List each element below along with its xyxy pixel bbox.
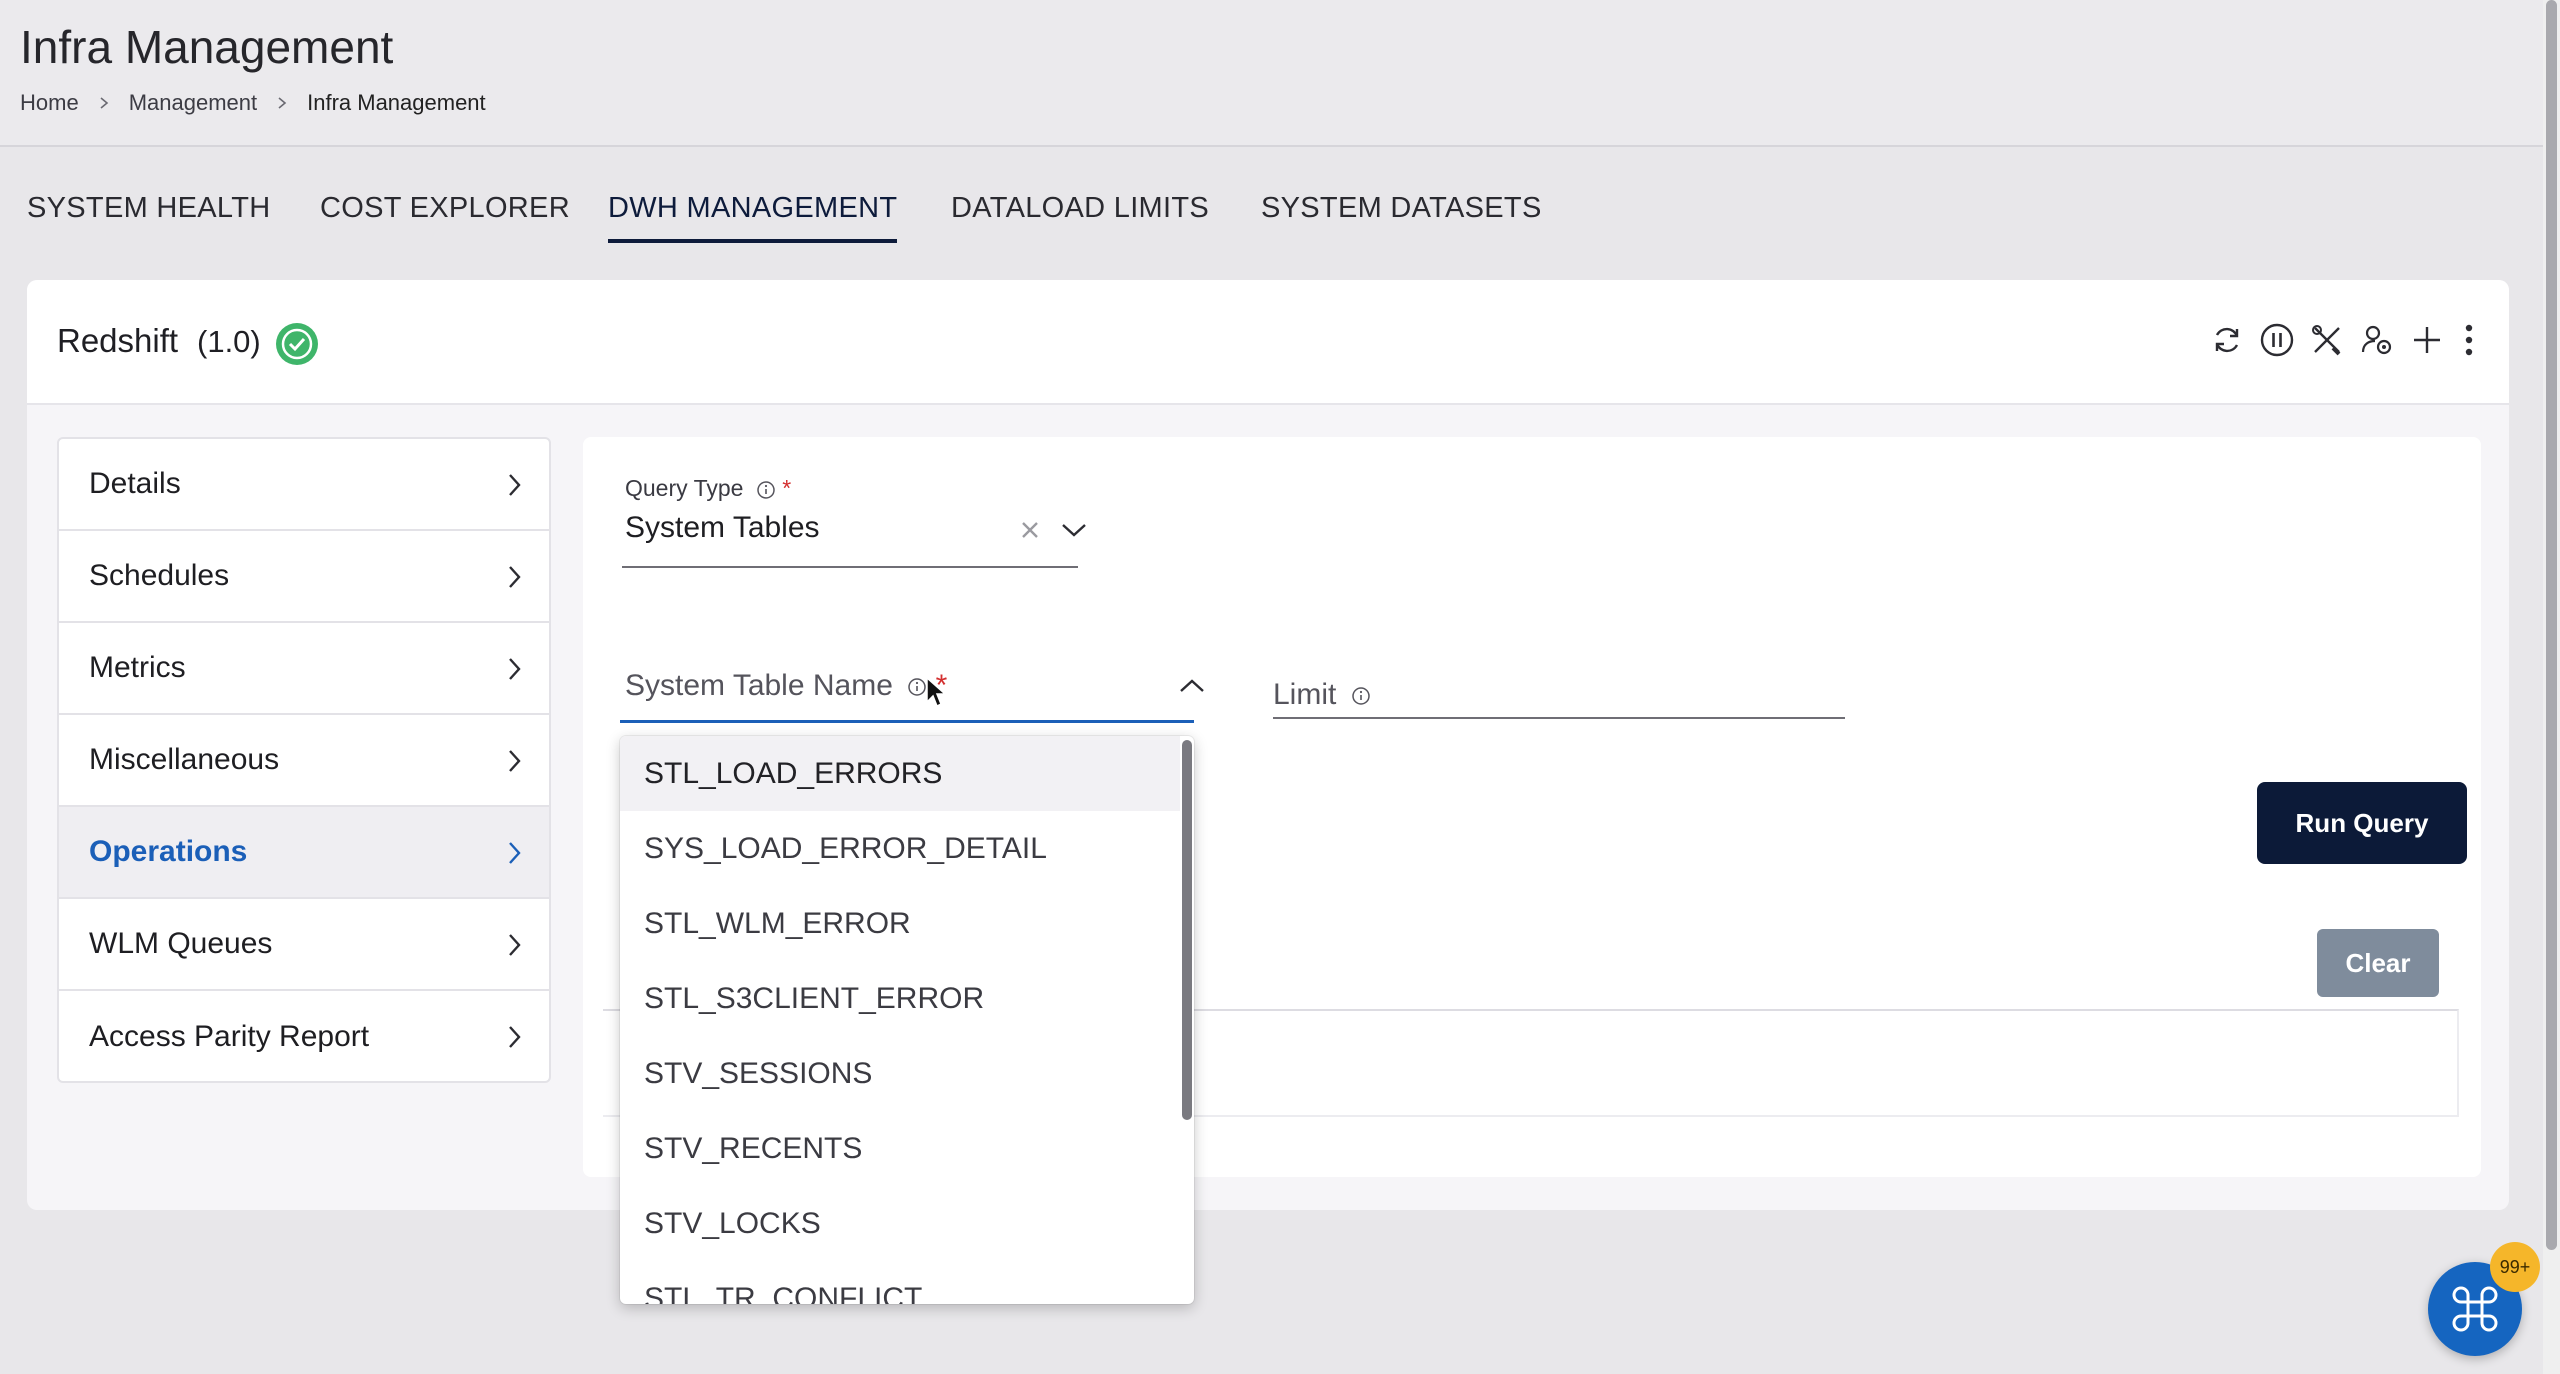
- command-icon: [2452, 1286, 2498, 1332]
- chevron-right-icon: [509, 566, 521, 588]
- info-icon: [1351, 687, 1370, 705]
- clear-selection-icon[interactable]: [1020, 520, 1040, 540]
- engine-version: (1.0): [197, 324, 261, 359]
- chevron-right-icon: [100, 97, 108, 109]
- query-type-select[interactable]: System Tables: [625, 511, 820, 545]
- check-circle-icon: [276, 323, 318, 365]
- engine-card: Redshift (1.0) Details Schedules Metrics…: [27, 280, 2509, 1210]
- run-query-button[interactable]: Run Query: [2257, 782, 2467, 864]
- settings-cluster-icon[interactable]: [2359, 322, 2395, 358]
- breadcrumb: Home Management Infra Management: [20, 90, 486, 116]
- refresh-icon[interactable]: [2209, 322, 2245, 358]
- engine-name: Redshift: [57, 322, 179, 359]
- chevron-right-icon: [509, 842, 521, 864]
- chevron-right-icon: [509, 474, 521, 496]
- tab-system-health[interactable]: SYSTEM HEALTH: [27, 192, 270, 239]
- query-type-label-text: Query Type: [625, 475, 744, 501]
- nav-item-label: WLM Queues: [89, 927, 273, 960]
- chevron-right-icon: [509, 934, 521, 956]
- engine-toolbar: [2209, 322, 2479, 358]
- breadcrumb-current: Infra Management: [307, 90, 486, 115]
- tools-icon[interactable]: [2309, 322, 2345, 358]
- engine-card-header: Redshift (1.0): [27, 280, 2509, 405]
- limit-label: Limit: [1273, 678, 1371, 712]
- nav-item-schedules[interactable]: Schedules: [59, 531, 549, 623]
- breadcrumb-home[interactable]: Home: [20, 90, 79, 116]
- page: Infra Management Home Management Infra M…: [0, 0, 2560, 1374]
- chevron-right-icon: [509, 750, 521, 772]
- dropdown-option[interactable]: STL_TR_CONFLICT: [620, 1261, 1180, 1305]
- nav-item-operations[interactable]: Operations: [59, 807, 549, 899]
- dropdown-scrollbar[interactable]: [1182, 740, 1192, 1120]
- nav-item-label: Operations: [89, 835, 248, 868]
- operations-nav: Details Schedules Metrics Miscellaneous …: [57, 437, 551, 1083]
- nav-item-miscellaneous[interactable]: Miscellaneous: [59, 715, 549, 807]
- nav-item-label: Access Parity Report: [89, 1020, 370, 1053]
- mouse-cursor-icon: [926, 676, 947, 708]
- page-scrollbar[interactable]: [2543, 0, 2560, 1374]
- breadcrumb-management[interactable]: Management: [129, 90, 257, 116]
- chevron-right-icon: [509, 1026, 521, 1048]
- nav-item-wlm-queues[interactable]: WLM Queues: [59, 899, 549, 991]
- dropdown-option[interactable]: STV_RECENTS: [620, 1111, 1180, 1186]
- pause-icon[interactable]: [2259, 322, 2295, 358]
- nav-item-details[interactable]: Details: [59, 439, 549, 531]
- clear-button[interactable]: Clear: [2317, 929, 2439, 997]
- dropdown-option[interactable]: STL_S3CLIENT_ERROR: [620, 961, 1180, 1036]
- limit-input[interactable]: [1273, 717, 1845, 719]
- chevron-up-icon[interactable]: [1179, 678, 1205, 694]
- chevron-right-icon: [278, 97, 287, 109]
- dropdown-option[interactable]: STV_SESSIONS: [620, 1036, 1180, 1111]
- tab-cost-explorer[interactable]: COST EXPLORER: [320, 192, 570, 239]
- page-header: Infra Management Home Management Infra M…: [0, 0, 2543, 147]
- tab-bar: SYSTEM HEALTH COST EXPLORER DWH MANAGEME…: [0, 150, 2543, 260]
- page-scrollbar-thumb[interactable]: [2546, 0, 2557, 1250]
- page-title: Infra Management: [20, 21, 394, 73]
- more-vert-icon[interactable]: [2459, 322, 2479, 358]
- system-table-name-focus-line: [620, 720, 1194, 723]
- system-table-dropdown: STL_LOAD_ERRORS SYS_LOAD_ERROR_DETAIL ST…: [620, 736, 1194, 1304]
- dropdown-option[interactable]: STV_LOCKS: [620, 1186, 1180, 1261]
- tab-dwh-management[interactable]: DWH MANAGEMENT: [608, 192, 898, 243]
- chevron-down-icon[interactable]: [1061, 522, 1087, 538]
- nav-item-access-parity-report[interactable]: Access Parity Report: [59, 991, 549, 1083]
- dropdown-option[interactable]: STL_WLM_ERROR: [620, 886, 1180, 961]
- required-mark: *: [782, 475, 792, 501]
- limit-label-text: Limit: [1273, 678, 1337, 711]
- dropdown-options: STL_LOAD_ERRORS SYS_LOAD_ERROR_DETAIL ST…: [620, 736, 1180, 1304]
- nav-item-label: Metrics: [89, 651, 186, 684]
- nav-item-label: Schedules: [89, 559, 230, 592]
- query-type-label: Query Type *: [625, 475, 791, 502]
- notification-badge: 99+: [2490, 1242, 2540, 1292]
- info-icon: [757, 481, 775, 499]
- plus-icon[interactable]: [2409, 322, 2445, 358]
- dropdown-option[interactable]: SYS_LOAD_ERROR_DETAIL: [620, 811, 1180, 886]
- dropdown-option[interactable]: STL_LOAD_ERRORS: [620, 736, 1180, 811]
- nav-item-label: Details: [89, 467, 181, 500]
- nav-item-label: Miscellaneous: [89, 743, 280, 776]
- query-type-underline: [622, 566, 1078, 568]
- system-table-name-label-text: System Table Name: [625, 669, 893, 702]
- chevron-right-icon: [509, 658, 521, 680]
- system-table-name-label: System Table Name *: [625, 669, 947, 703]
- tab-system-datasets[interactable]: SYSTEM DATASETS: [1261, 192, 1542, 239]
- nav-item-metrics[interactable]: Metrics: [59, 623, 549, 715]
- tab-dataload-limits[interactable]: DATALOAD LIMITS: [951, 192, 1209, 239]
